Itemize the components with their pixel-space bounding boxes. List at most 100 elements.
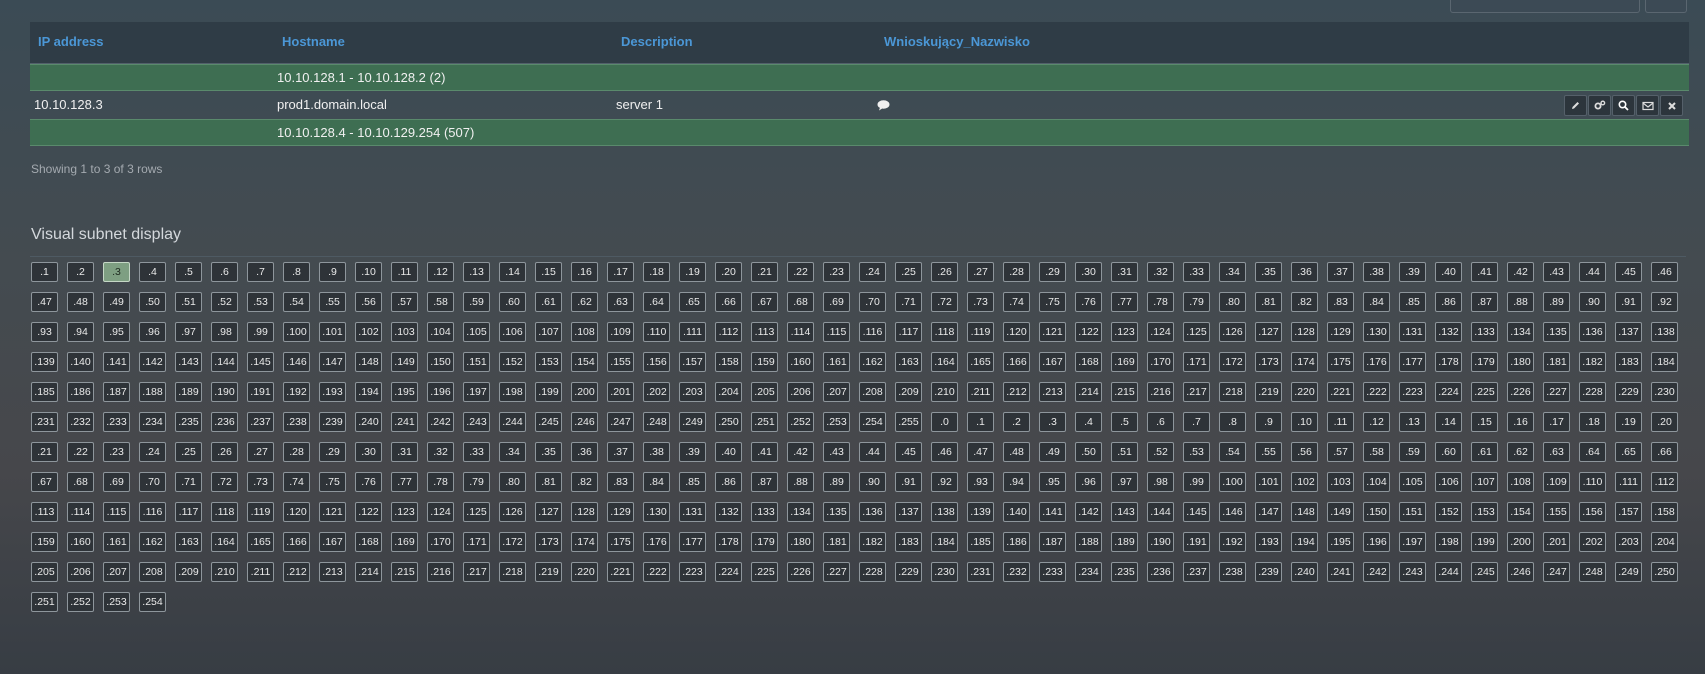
ip-address-box[interactable]: .184 [1651,352,1678,372]
ip-address-box[interactable]: .41 [751,442,778,462]
ip-address-box[interactable]: .100 [283,322,310,342]
ip-address-box[interactable]: .107 [1471,472,1498,492]
edit-icon[interactable] [1564,95,1587,116]
ip-address-box[interactable]: .63 [1543,442,1570,462]
ip-address-box[interactable]: .145 [1183,502,1210,522]
ip-address-box[interactable]: .88 [1507,292,1534,312]
ip-address-box[interactable]: .235 [1111,562,1138,582]
ip-address-box[interactable]: .122 [355,502,382,522]
ip-address-box[interactable]: .79 [1183,292,1210,312]
ip-address-box[interactable]: .130 [643,502,670,522]
ip-address-box[interactable]: .39 [1399,262,1426,282]
ip-address-box[interactable]: .69 [823,292,850,312]
ip-address-box[interactable]: .8 [283,262,310,282]
ip-address-box[interactable]: .140 [67,352,94,372]
ip-address-box[interactable]: .75 [1039,292,1066,312]
ip-address-box[interactable]: .254 [139,592,166,612]
ip-address-box[interactable]: .124 [427,502,454,522]
ip-address-box[interactable]: .241 [391,412,418,432]
ip-address-box[interactable]: .100 [1219,472,1246,492]
ip-address-box[interactable]: .11 [1327,412,1354,432]
ip-address-box[interactable]: .39 [679,442,706,462]
ip-address-box[interactable]: .137 [895,502,922,522]
ip-address-box[interactable]: .48 [67,292,94,312]
ip-address-box[interactable]: .27 [967,262,994,282]
ip-address-box[interactable]: .95 [103,322,130,342]
ip-address-box[interactable]: .162 [139,532,166,552]
ip-address-box[interactable]: .254 [859,412,886,432]
ip-address-box[interactable]: .45 [895,442,922,462]
ip-address-box[interactable]: .194 [355,382,382,402]
ip-address-box[interactable]: .242 [427,412,454,432]
ip-address-box[interactable]: .196 [1363,532,1390,552]
ip-address-box[interactable]: .134 [1507,322,1534,342]
ip-address-box[interactable]: .74 [283,472,310,492]
ip-address-box[interactable]: .64 [643,292,670,312]
header-requester-surname[interactable]: Wnioskujący_Nazwisko [884,34,1030,49]
ip-address-box[interactable]: .111 [679,322,706,342]
ip-address-box[interactable]: .232 [67,412,94,432]
ip-address-box[interactable]: .134 [787,502,814,522]
ip-address-box[interactable]: .137 [1615,322,1642,342]
ip-address-box[interactable]: .173 [1255,352,1282,372]
ip-address-box[interactable]: .44 [859,442,886,462]
ip-address-box[interactable]: .148 [355,352,382,372]
ip-address-box[interactable]: .211 [247,562,274,582]
ip-address-box[interactable]: .5 [1111,412,1138,432]
ip-address-box[interactable]: .48 [1003,442,1030,462]
ip-address-box[interactable]: .62 [1507,442,1534,462]
ip-address-box[interactable]: .190 [1147,532,1174,552]
ip-address-box[interactable]: .153 [535,352,562,372]
ip-address-box[interactable]: .93 [31,322,58,342]
ip-address-box[interactable]: .252 [787,412,814,432]
ip-address-box[interactable]: .84 [643,472,670,492]
ip-address-box[interactable]: .43 [1543,262,1570,282]
ip-address-box[interactable]: .218 [499,562,526,582]
ip-address-box[interactable]: .253 [103,592,130,612]
ip-address-box[interactable]: .214 [355,562,382,582]
ip-address-box[interactable]: .99 [1183,472,1210,492]
ip-address-box[interactable]: .91 [895,472,922,492]
ip-address-box[interactable]: .38 [1363,262,1390,282]
header-description[interactable]: Description [621,34,693,49]
ip-address-box[interactable]: .104 [427,322,454,342]
ip-address-box[interactable]: .249 [679,412,706,432]
ip-address-box[interactable]: .96 [1075,472,1102,492]
ip-address-box[interactable]: .83 [1327,292,1354,312]
ip-address-box[interactable]: .12 [427,262,454,282]
ip-address-box[interactable]: .242 [1363,562,1390,582]
ip-address-box[interactable]: .179 [751,532,778,552]
ip-address-box[interactable]: .119 [247,502,274,522]
ip-address-box[interactable]: .252 [67,592,94,612]
header-hostname[interactable]: Hostname [282,34,345,49]
ip-address-box[interactable]: .27 [247,442,274,462]
ip-address-box[interactable]: .76 [355,472,382,492]
ip-address-box[interactable]: .81 [1255,292,1282,312]
ip-address-box[interactable]: .187 [1039,532,1066,552]
ip-address-box[interactable]: .80 [499,472,526,492]
ip-address-box[interactable]: .181 [823,532,850,552]
ip-address-box[interactable]: .234 [1075,562,1102,582]
ip-address-box[interactable]: .67 [751,292,778,312]
ip-address-box[interactable]: .65 [1615,442,1642,462]
ip-address-box[interactable]: .220 [1291,382,1318,402]
ip-address-box[interactable]: .54 [1219,442,1246,462]
ip-address-box[interactable]: .11 [391,262,418,282]
ip-address-box[interactable]: .21 [31,442,58,462]
ip-address-box[interactable]: .126 [1219,322,1246,342]
ip-address-box[interactable]: .228 [1579,382,1606,402]
ip-address-box[interactable]: .97 [1111,472,1138,492]
ip-address-box[interactable]: .147 [1255,502,1282,522]
ip-address-box[interactable]: .60 [1435,442,1462,462]
ip-address-box[interactable]: .71 [895,292,922,312]
ip-address-box[interactable]: .175 [607,532,634,552]
ip-address-box[interactable]: .206 [787,382,814,402]
ip-address-box[interactable]: .166 [1003,352,1030,372]
ip-address-box[interactable]: .31 [391,442,418,462]
ip-address-box[interactable]: .106 [1435,472,1462,492]
ip-address-box[interactable]: .75 [319,472,346,492]
ip-address-box[interactable]: .188 [1075,532,1102,552]
ip-address-box[interactable]: .8 [1219,412,1246,432]
ip-address-box[interactable]: .229 [895,562,922,582]
ip-address-box[interactable]: .191 [1183,532,1210,552]
